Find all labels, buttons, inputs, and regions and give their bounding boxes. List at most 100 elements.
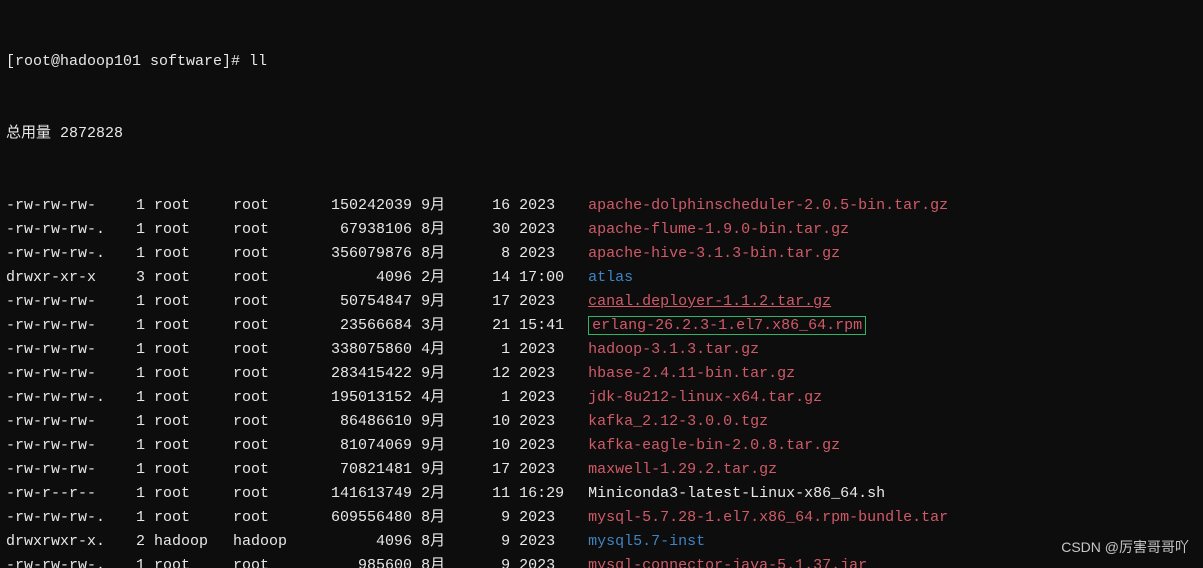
perm: -rw-rw-rw- <box>6 410 116 434</box>
links: 1 <box>125 410 145 434</box>
day: 14 <box>470 266 510 290</box>
perm: -rw-rw-rw- <box>6 194 116 218</box>
file-row: -rw-rw-rw-. 1 root root 195013152 4月 1 2… <box>6 386 1197 410</box>
file-row: -rw-rw-rw-. 1 root root 985600 8月 9 2023… <box>6 554 1197 568</box>
month: 2月 <box>421 482 461 506</box>
day: 10 <box>470 410 510 434</box>
links: 1 <box>125 386 145 410</box>
size: 985600 <box>312 554 412 568</box>
perm: -rw-rw-rw-. <box>6 386 116 410</box>
perm: -rw-rw-rw-. <box>6 554 116 568</box>
owner: root <box>154 362 224 386</box>
links: 1 <box>125 218 145 242</box>
file-row: -rw-rw-rw-. 1 root root 609556480 8月 9 2… <box>6 506 1197 530</box>
perm: -rw-rw-rw-. <box>6 506 116 530</box>
file-listing: -rw-rw-rw- 1 root root 150242039 9月 16 2… <box>6 194 1197 568</box>
file-row: -rw-rw-rw- 1 root root 23566684 3月 21 15… <box>6 314 1197 338</box>
size: 67938106 <box>312 218 412 242</box>
file-row: -rw-rw-rw-. 1 root root 356079876 8月 8 2… <box>6 242 1197 266</box>
group: hadoop <box>233 530 303 554</box>
group: root <box>233 314 303 338</box>
owner: root <box>154 242 224 266</box>
day: 17 <box>470 290 510 314</box>
day: 1 <box>470 338 510 362</box>
size: 4096 <box>312 266 412 290</box>
links: 1 <box>125 482 145 506</box>
file-row: drwxr-xr-x 3 root root 4096 2月 14 17:00 … <box>6 266 1197 290</box>
file-row: -rw-rw-rw-. 1 root root 67938106 8月 30 2… <box>6 218 1197 242</box>
file-row: -rw-rw-rw- 1 root root 50754847 9月 17 20… <box>6 290 1197 314</box>
time: 2023 <box>519 242 579 266</box>
file-name: jdk-8u212-linux-x64.tar.gz <box>588 389 822 406</box>
links: 3 <box>125 266 145 290</box>
size: 609556480 <box>312 506 412 530</box>
perm: -rw-rw-rw- <box>6 458 116 482</box>
group: root <box>233 218 303 242</box>
size: 150242039 <box>312 194 412 218</box>
links: 1 <box>125 314 145 338</box>
time: 2023 <box>519 194 579 218</box>
links: 1 <box>125 362 145 386</box>
month: 8月 <box>421 506 461 530</box>
file-name: Miniconda3-latest-Linux-x86_64.sh <box>588 485 885 502</box>
links: 1 <box>125 194 145 218</box>
size: 23566684 <box>312 314 412 338</box>
links: 1 <box>125 242 145 266</box>
size: 338075860 <box>312 338 412 362</box>
day: 1 <box>470 386 510 410</box>
file-row: -rw-rw-rw- 1 root root 338075860 4月 1 20… <box>6 338 1197 362</box>
group: root <box>233 266 303 290</box>
day: 21 <box>470 314 510 338</box>
file-name: mysql5.7-inst <box>588 533 705 550</box>
perm: -rw-rw-rw- <box>6 434 116 458</box>
owner: hadoop <box>154 530 224 554</box>
group: root <box>233 338 303 362</box>
time: 2023 <box>519 218 579 242</box>
size: 86486610 <box>312 410 412 434</box>
owner: root <box>154 218 224 242</box>
owner: root <box>154 314 224 338</box>
file-name: mysql-5.7.28-1.el7.x86_64.rpm-bundle.tar <box>588 509 948 526</box>
group: root <box>233 242 303 266</box>
total-line: 总用量 2872828 <box>6 122 1197 146</box>
month: 9月 <box>421 362 461 386</box>
month: 8月 <box>421 554 461 568</box>
file-row: -rw-rw-rw- 1 root root 70821481 9月 17 20… <box>6 458 1197 482</box>
day: 8 <box>470 242 510 266</box>
owner: root <box>154 410 224 434</box>
file-row: drwxrwxr-x. 2 hadoop hadoop 4096 8月 9 20… <box>6 530 1197 554</box>
group: root <box>233 386 303 410</box>
links: 1 <box>125 554 145 568</box>
perm: -rw-rw-rw- <box>6 314 116 338</box>
perm: -rw-rw-rw- <box>6 290 116 314</box>
group: root <box>233 482 303 506</box>
time: 2023 <box>519 362 579 386</box>
owner: root <box>154 266 224 290</box>
group: root <box>233 434 303 458</box>
day: 30 <box>470 218 510 242</box>
shell-prompt: [root@hadoop101 software]# ll <box>6 50 1197 74</box>
time: 2023 <box>519 338 579 362</box>
month: 9月 <box>421 458 461 482</box>
time: 15:41 <box>519 314 579 338</box>
time: 17:00 <box>519 266 579 290</box>
day: 11 <box>470 482 510 506</box>
file-name: apache-hive-3.1.3-bin.tar.gz <box>588 245 840 262</box>
group: root <box>233 554 303 568</box>
file-row: -rw-rw-rw- 1 root root 81074069 9月 10 20… <box>6 434 1197 458</box>
terminal-output[interactable]: [root@hadoop101 software]# ll 总用量 287282… <box>0 0 1203 568</box>
size: 70821481 <box>312 458 412 482</box>
size: 141613749 <box>312 482 412 506</box>
links: 1 <box>125 458 145 482</box>
day: 12 <box>470 362 510 386</box>
perm: -rw-rw-rw- <box>6 362 116 386</box>
day: 9 <box>470 554 510 568</box>
group: root <box>233 410 303 434</box>
size: 356079876 <box>312 242 412 266</box>
group: root <box>233 506 303 530</box>
time: 2023 <box>519 458 579 482</box>
month: 8月 <box>421 242 461 266</box>
file-name: apache-flume-1.9.0-bin.tar.gz <box>588 221 849 238</box>
owner: root <box>154 506 224 530</box>
size: 81074069 <box>312 434 412 458</box>
